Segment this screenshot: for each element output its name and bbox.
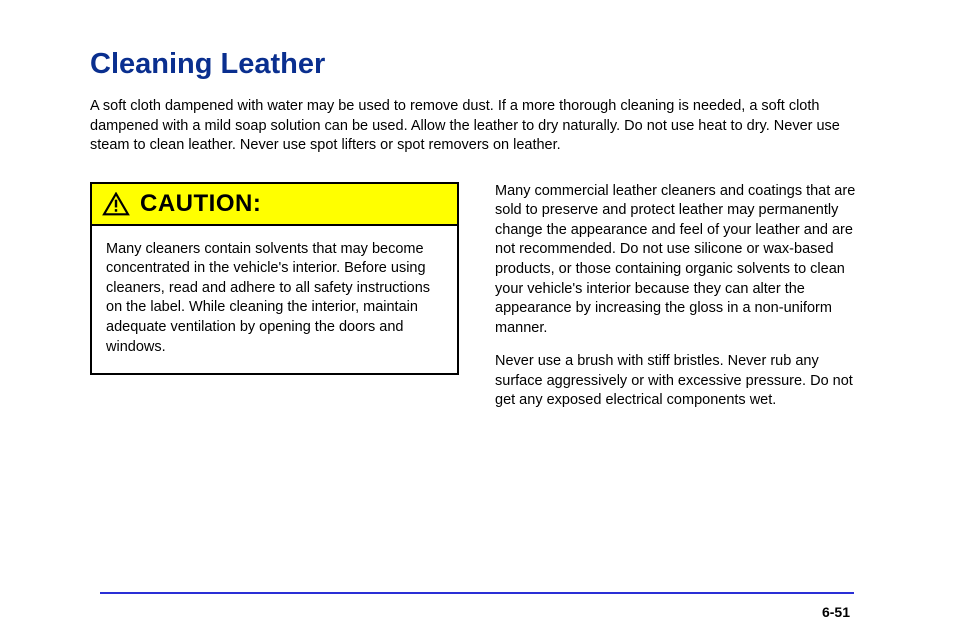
caution-body: Many cleaners contain solvents that may … — [92, 226, 457, 373]
left-column: CAUTION: Many cleaners contain solvents … — [90, 182, 459, 425]
caution-box: CAUTION: Many cleaners contain solvents … — [90, 182, 459, 375]
right-paragraph-2: Never use a brush with stiff bristles. N… — [495, 352, 864, 411]
two-column-layout: CAUTION: Many cleaners contain solvents … — [90, 182, 864, 425]
section-title: Cleaning Leather — [90, 48, 864, 81]
right-paragraph-1: Many commercial leather cleaners and coa… — [495, 182, 864, 339]
page-number: 6-51 — [822, 604, 850, 620]
intro-paragraph: A soft cloth dampened with water may be … — [90, 97, 860, 156]
caution-label: CAUTION: — [140, 190, 261, 218]
caution-header: CAUTION: — [92, 184, 457, 226]
warning-triangle-icon — [102, 192, 130, 216]
right-column: Many commercial leather cleaners and coa… — [495, 182, 864, 425]
footer-rule — [100, 592, 854, 594]
